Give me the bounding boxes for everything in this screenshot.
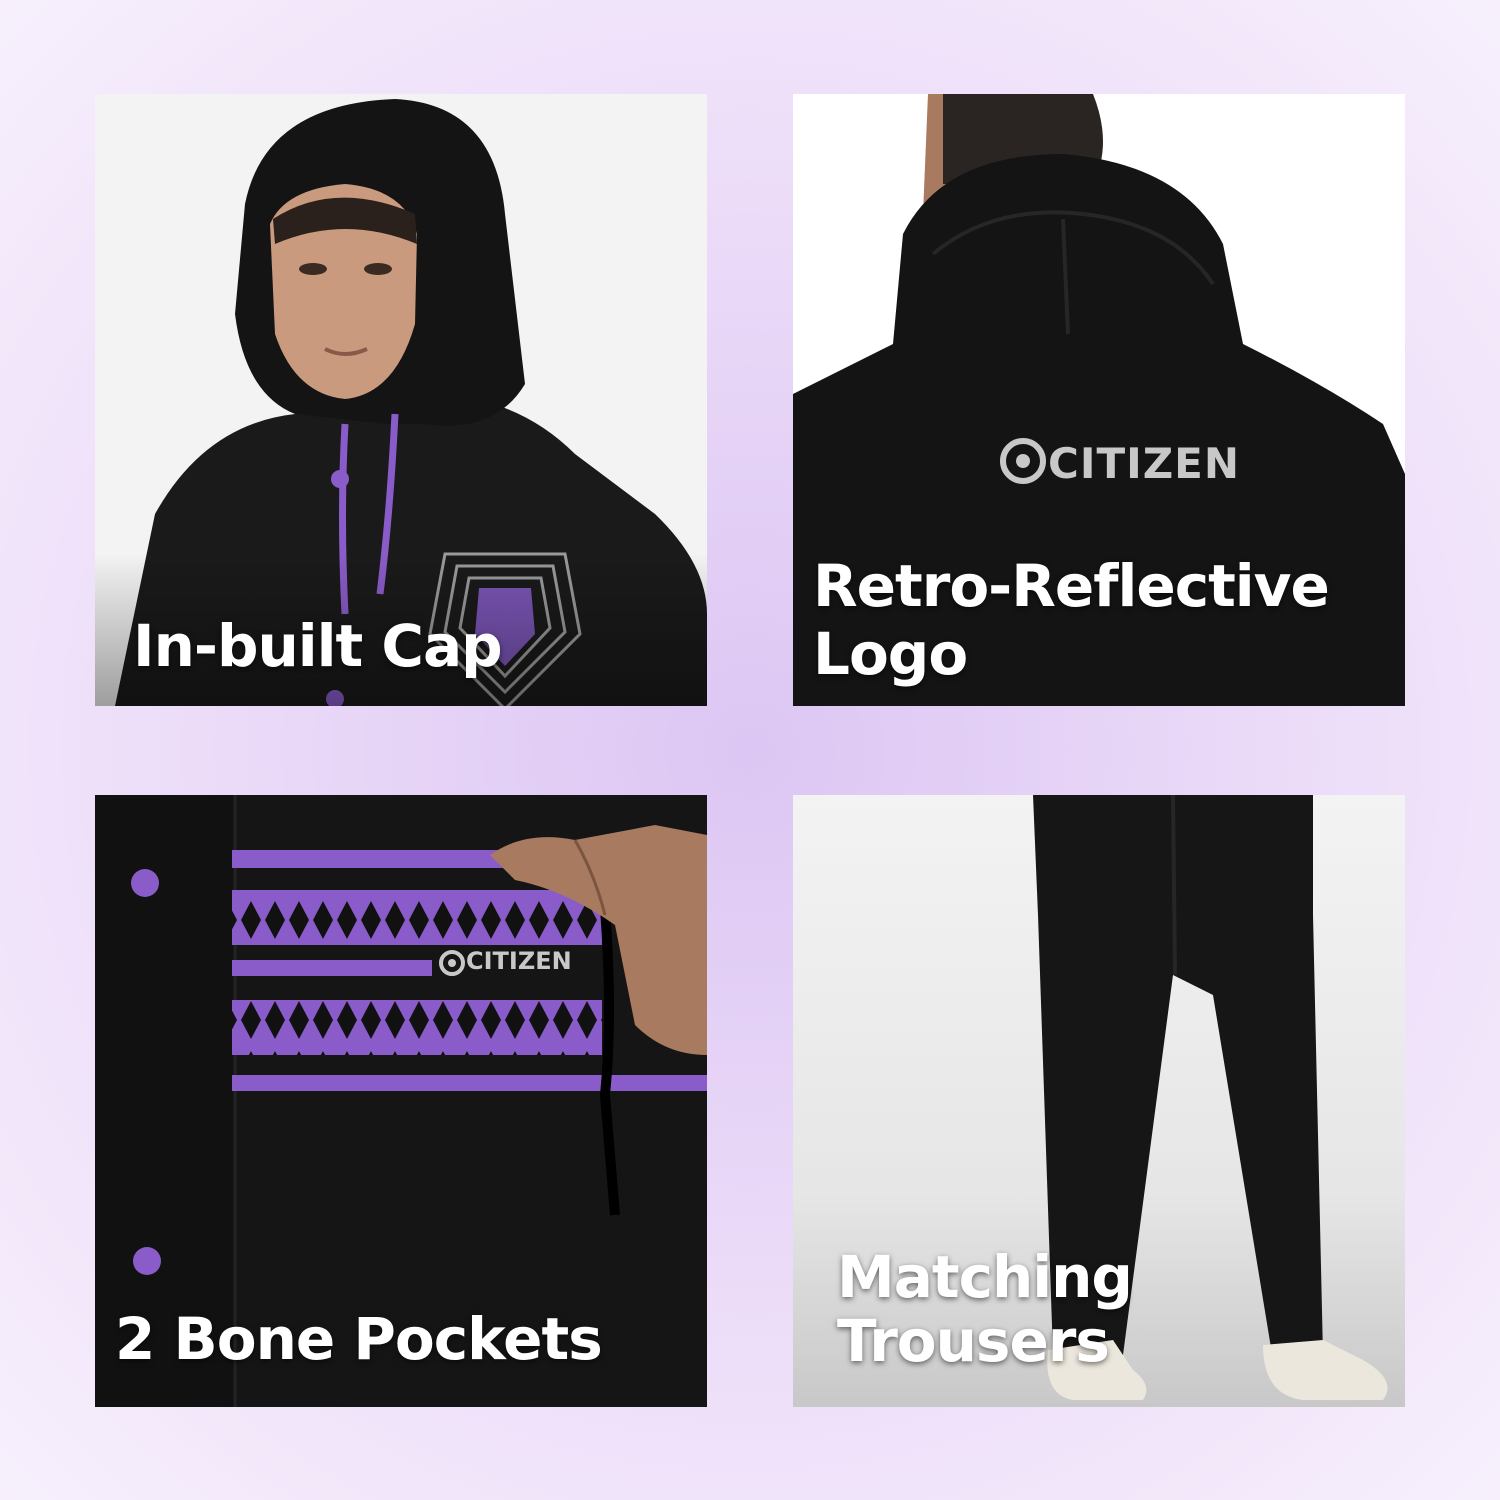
caption-line: In-built Cap <box>133 612 503 680</box>
caption-line: Matching <box>837 1243 1133 1311</box>
brand-logo-text: CITIZEN <box>1048 439 1241 488</box>
photo-panel-bone-pockets: CITIZEN 2 Bone Pockets <box>95 795 707 1407</box>
caption-reflective-logo: Retro-Reflective Logo <box>813 552 1330 688</box>
photo-panel-reflective-logo: CITIZEN Retro-Reflective Logo <box>793 94 1405 706</box>
caption-line: Trousers <box>837 1307 1110 1375</box>
caption-line: Logo <box>813 620 968 688</box>
caption-inbuilt-cap: In-built Cap <box>133 612 503 680</box>
photo-panel-inbuilt-cap: In-built Cap <box>95 94 707 706</box>
caption-bone-pockets: 2 Bone Pockets <box>115 1305 603 1373</box>
photo-panel-matching-trousers: Matching Trousers <box>793 795 1405 1407</box>
caption-matching-trousers: Matching Trousers <box>837 1243 1133 1375</box>
brand-logo-text: CITIZEN <box>466 947 572 975</box>
caption-line: Retro-Reflective <box>813 552 1330 620</box>
caption-line: 2 Bone Pockets <box>115 1305 603 1373</box>
